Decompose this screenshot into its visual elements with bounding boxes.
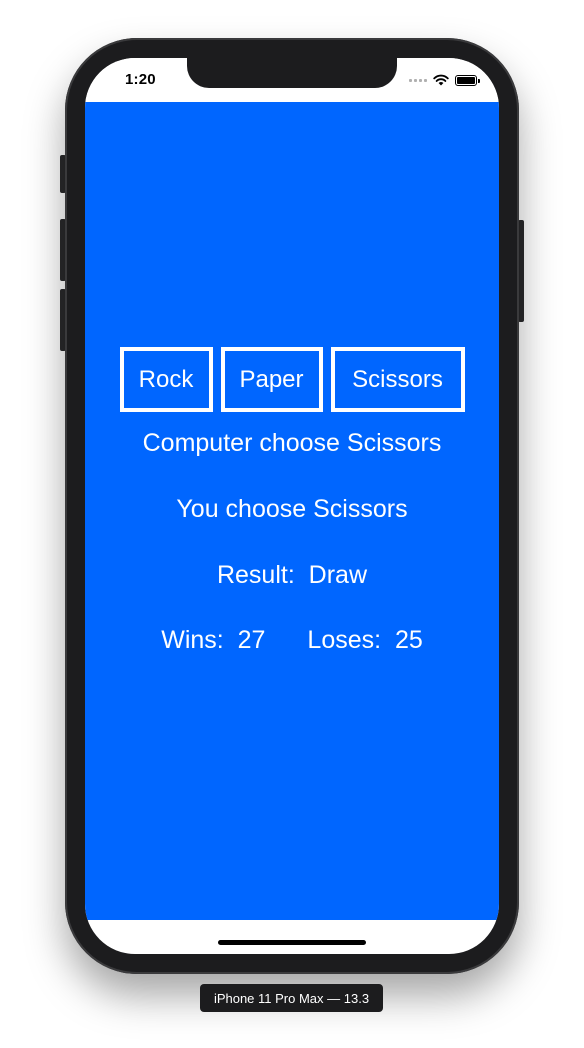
scissors-button[interactable]: Scissors [330, 347, 465, 412]
home-indicator[interactable] [218, 940, 366, 945]
status-icons [409, 72, 480, 88]
choice-buttons: Rock Paper Scissors [85, 347, 499, 412]
battery-icon [455, 74, 480, 86]
phone-screen: 1:20 Rock Paper Scissors Computer choose… [85, 58, 499, 954]
game-view: Rock Paper Scissors Computer choose Scis… [85, 102, 499, 920]
cellular-signal-icon [409, 78, 427, 82]
computer-choice-label: Computer choose Scissors [142, 429, 442, 457]
wins-label: Wins: 27 [161, 626, 266, 654]
status-bar: 1:20 [85, 58, 499, 102]
rock-button[interactable]: Rock [119, 347, 213, 412]
paper-button[interactable]: Paper [220, 347, 323, 412]
user-choice-label: You choose Scissors [176, 495, 408, 523]
simulator-stage: 1:20 Rock Paper Scissors Computer choose… [0, 0, 584, 1048]
score-row: Wins: 27 Loses: 25 [85, 626, 499, 655]
wifi-icon [433, 74, 449, 86]
result-label: Result: Draw [216, 561, 368, 589]
status-time: 1:20 [125, 71, 156, 88]
device-label: iPhone 11 Pro Max — 13.3 [200, 984, 383, 1012]
notch [187, 58, 397, 88]
loses-label: Loses: 25 [307, 626, 423, 654]
